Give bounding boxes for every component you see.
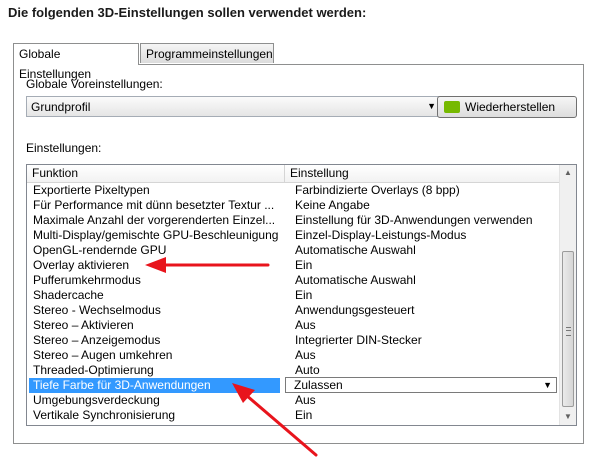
function-cell: Tiefe Farbe für 3D-Anwendungen <box>33 378 211 392</box>
dropdown-arrow-icon[interactable]: ▼ <box>543 378 552 393</box>
table-row[interactable]: Stereo - Wechselmodus Anwendungsgesteuert <box>27 303 561 318</box>
table-row[interactable]: Maximale Anzahl der vorgerenderten Einze… <box>27 213 561 228</box>
function-cell: Stereo – Aktivieren <box>33 318 134 332</box>
table-header: Funktion Einstellung <box>27 165 561 183</box>
restore-button[interactable]: Wiederherstellen <box>437 96 577 118</box>
setting-cell: Auto <box>295 363 320 377</box>
setting-dropdown[interactable]: Zulassen ▼ <box>285 377 557 393</box>
function-cell: Umgebungsverdeckung <box>33 393 160 407</box>
function-cell: Threaded-Optimierung <box>33 363 154 377</box>
setting-cell: Einzel-Display-Leistungs-Modus <box>295 228 467 242</box>
setting-cell: Aus <box>295 318 316 332</box>
settings-label: Einstellungen: <box>26 141 102 155</box>
setting-cell: Automatische Auswahl <box>295 273 416 287</box>
function-cell: Overlay aktivieren <box>33 258 130 272</box>
tab-program-settings[interactable]: Programmeinstellungen <box>140 43 274 63</box>
grip-icon <box>566 327 571 336</box>
vertical-scrollbar[interactable]: ▲ ▼ <box>559 165 576 425</box>
function-cell: Stereo – Anzeigemodus <box>33 333 161 347</box>
scroll-thumb[interactable] <box>562 251 574 407</box>
scroll-down-icon[interactable]: ▼ <box>560 409 576 425</box>
column-divider[interactable] <box>284 165 285 182</box>
restore-button-label: Wiederherstellen <box>465 100 556 114</box>
setting-cell: Aus <box>295 393 316 407</box>
function-cell: Multi-Display/gemischte GPU-Beschleunigu… <box>33 228 279 242</box>
scroll-up-icon[interactable]: ▲ <box>560 165 576 181</box>
setting-cell: Aus <box>295 348 316 362</box>
settings-table: Funktion Einstellung Exportierte Pixelty… <box>26 164 577 426</box>
setting-cell: Farbindizierte Overlays (8 bpp) <box>295 183 460 197</box>
setting-cell: Zulassen <box>294 378 343 392</box>
setting-cell: Einstellung für 3D-Anwendungen verwenden <box>295 213 533 227</box>
function-cell: Stereo - Wechselmodus <box>33 303 161 317</box>
setting-cell: Integrierter DIN-Stecker <box>295 333 422 347</box>
table-row[interactable]: Vertikale Synchronisierung Ein <box>27 408 561 423</box>
function-cell: Vertikale Synchronisierung <box>33 408 176 422</box>
table-row[interactable]: Threaded-Optimierung Auto <box>27 363 561 378</box>
table-row[interactable]: Exportierte Pixeltypen Farbindizierte Ove… <box>27 183 561 198</box>
setting-cell: Ein <box>295 288 313 302</box>
setting-cell: Anwendungsgesteuert <box>295 303 415 317</box>
table-row[interactable]: Multi-Display/gemischte GPU-Beschleunigu… <box>27 228 561 243</box>
tab-global-settings[interactable]: Globale Einstellungen <box>13 43 139 81</box>
table-row[interactable]: Stereo – Anzeigemodus Integrierter DIN-St… <box>27 333 561 348</box>
table-row[interactable]: Shadercache Ein <box>27 288 561 303</box>
preset-dropdown[interactable]: Grundprofil ▼ <box>26 96 442 117</box>
column-header-function[interactable]: Funktion <box>32 166 78 180</box>
table-row[interactable]: OpenGL-rendernde GPU Automatische Auswahl <box>27 243 561 258</box>
preset-value: Grundprofil <box>31 100 91 114</box>
setting-cell: Keine Angabe <box>295 198 370 212</box>
function-cell: Stereo – Augen umkehren <box>33 348 173 362</box>
function-cell: Maximale Anzahl der vorgerenderten Einze… <box>33 213 276 227</box>
column-header-setting[interactable]: Einstellung <box>290 166 349 180</box>
table-row[interactable]: Für Performance mit dünn besetzter Textu… <box>27 198 561 213</box>
function-cell: OpenGL-rendernde GPU <box>33 243 167 257</box>
function-cell: Für Performance mit dünn besetzter Textu… <box>33 198 275 212</box>
function-cell: Exportierte Pixeltypen <box>33 183 150 197</box>
function-cell: Pufferumkehrmodus <box>33 273 141 287</box>
table-row[interactable]: Stereo – Aktivieren Aus <box>27 318 561 333</box>
setting-cell: Ein <box>295 258 313 272</box>
function-cell: Shadercache <box>33 288 104 302</box>
setting-cell: Ein <box>295 408 313 422</box>
table-row[interactable]: Stereo – Augen umkehren Aus <box>27 348 561 363</box>
table-row[interactable]: Pufferumkehrmodus Automatische Auswahl <box>27 273 561 288</box>
setting-cell: Automatische Auswahl <box>295 243 416 257</box>
nvidia-logo-icon <box>444 101 460 113</box>
settings-panel: Globale Voreinstellungen: Grundprofil ▼ … <box>13 64 584 444</box>
dropdown-arrow-icon: ▼ <box>427 101 436 111</box>
page-heading: Die folgenden 3D-Einstellungen sollen ve… <box>8 5 367 20</box>
table-row[interactable]: Overlay aktivieren Ein <box>27 258 561 273</box>
table-row[interactable]: Umgebungsverdeckung Aus <box>27 393 561 408</box>
table-row[interactable]: Tiefe Farbe für 3D-Anwendungen Zulassen ▼ <box>27 377 561 393</box>
